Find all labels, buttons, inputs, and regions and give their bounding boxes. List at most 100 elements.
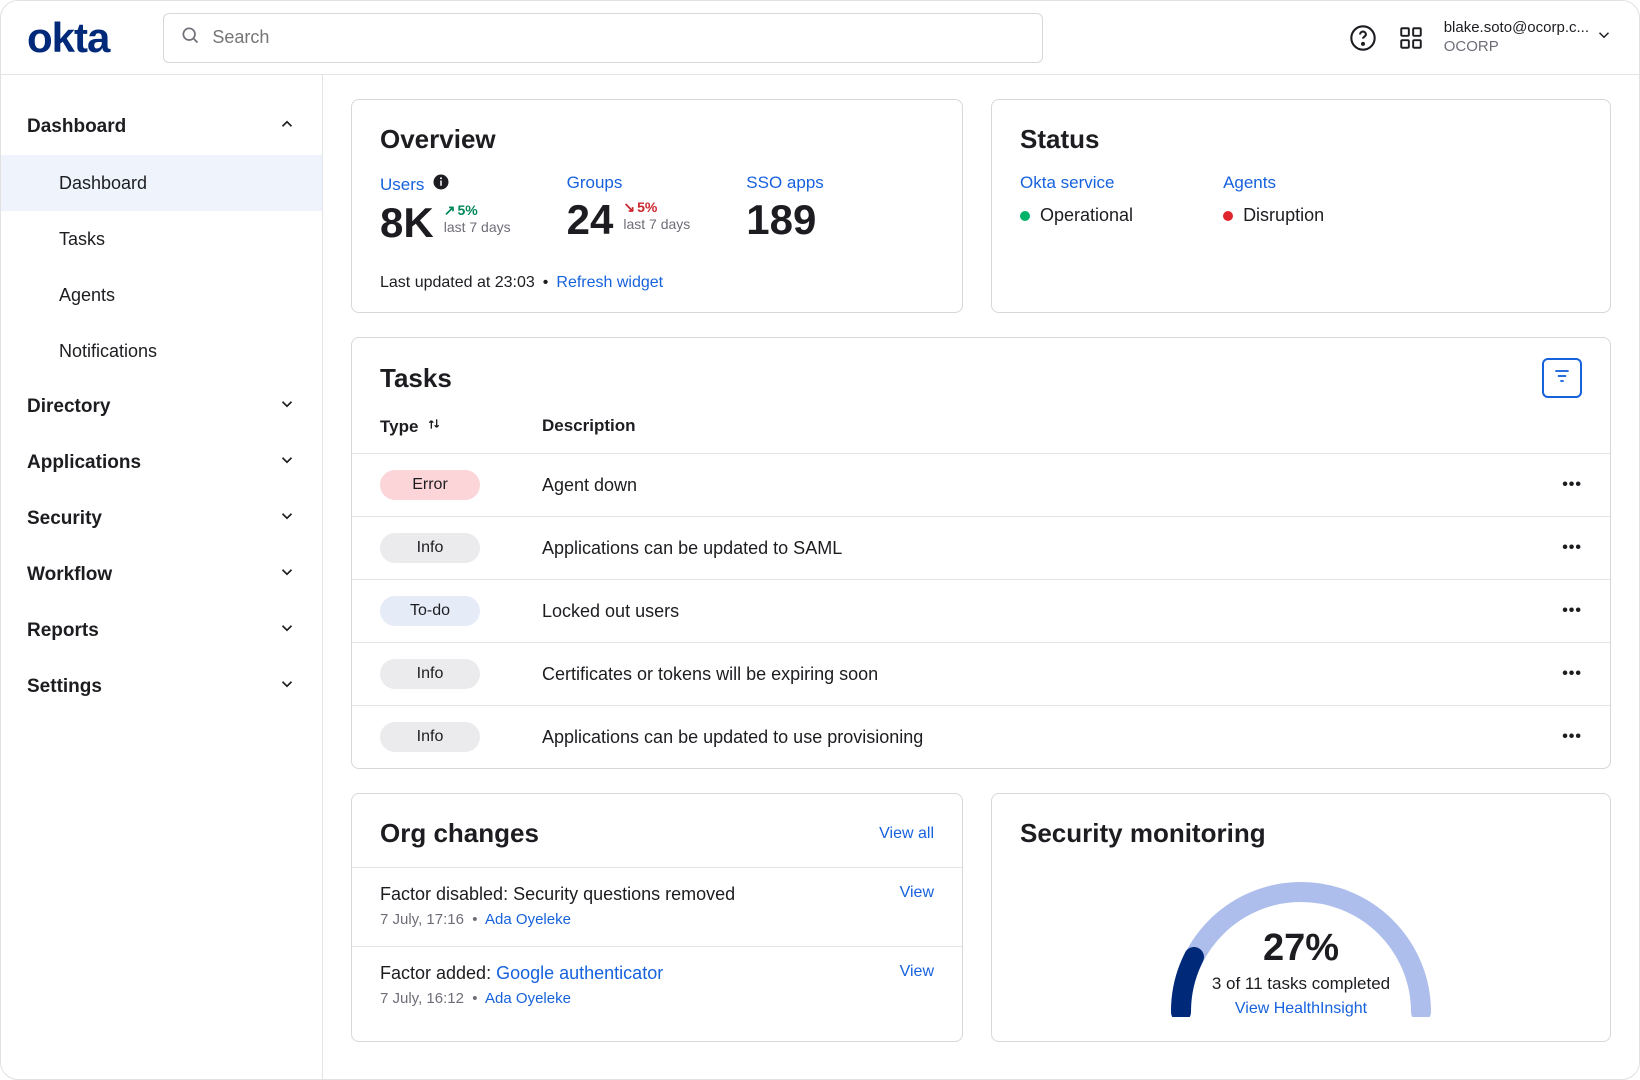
sidebar-item-notifications[interactable]: Notifications [1, 323, 322, 379]
task-desc: Applications can be updated to SAML [542, 538, 1562, 559]
sso-label[interactable]: SSO apps [746, 173, 824, 193]
nav-group-label: Workflow [27, 564, 112, 586]
gauge-pct: 27% [1156, 927, 1446, 970]
main-content: Overview Users 8K ↗ 5% [323, 75, 1639, 1079]
arrow-down-icon: ↘ [623, 199, 635, 216]
okta-service-link[interactable]: Okta service [1020, 173, 1133, 193]
sort-icon [426, 416, 442, 437]
sidebar-item-label: Dashboard [59, 173, 147, 194]
agents-status-text: Disruption [1243, 205, 1324, 226]
org-change-title: Factor added: Google authenticator [380, 963, 663, 984]
okta-logo: okta [27, 14, 109, 62]
nav-group-workflow[interactable]: Workflow [1, 547, 322, 603]
account-email: blake.soto@ocorp.c... [1444, 19, 1589, 38]
nav-group-label: Security [27, 508, 102, 530]
chevron-down-icon [1595, 26, 1613, 49]
task-row[interactable]: Error Agent down••• [352, 453, 1610, 516]
task-badge: To-do [380, 596, 480, 626]
tasks-card: Tasks Type Description ErrorAgent down••… [351, 337, 1611, 769]
task-row[interactable]: InfoApplications can be updated to SAML•… [352, 516, 1610, 579]
okta-status-text: Operational [1040, 205, 1133, 226]
org-actor-link[interactable]: Ada Oyeleke [485, 911, 571, 928]
healthinsight-link[interactable]: View HealthInsight [1156, 1000, 1446, 1018]
task-badge: Info [380, 722, 480, 752]
org-change-link[interactable]: Google authenticator [496, 963, 663, 983]
task-badge: Error [380, 470, 480, 500]
nav-group-label: Settings [27, 676, 102, 698]
gauge-sub: 3 of 11 tasks completed [1156, 974, 1446, 994]
sidebar-item-label: Tasks [59, 229, 105, 250]
task-badge: Info [380, 659, 480, 689]
nav-group-label: Directory [27, 396, 110, 418]
users-value: 8K [380, 202, 434, 244]
status-agents-col: Agents Disruption [1223, 173, 1324, 226]
gauge: 27% 3 of 11 tasks completed View HealthI… [1156, 867, 1446, 1017]
agents-link[interactable]: Agents [1223, 173, 1324, 193]
nav-group-settings[interactable]: Settings [1, 659, 322, 715]
filter-button[interactable] [1542, 358, 1582, 398]
org-heading: Org changes [380, 818, 539, 849]
task-row[interactable]: To-do Locked out users••• [352, 579, 1610, 642]
task-actions-icon[interactable]: ••• [1562, 539, 1582, 557]
chevron-down-icon [278, 395, 296, 419]
users-delta: ↗ 5% [444, 202, 511, 219]
nav-group-reports[interactable]: Reports [1, 603, 322, 659]
help-icon[interactable] [1348, 23, 1378, 53]
org-change-meta: 7 July, 16:12 • Ada Oyeleke [380, 990, 934, 1007]
task-row[interactable]: Info Certificates or tokens will be expir… [352, 642, 1610, 705]
search-input[interactable] [212, 27, 1026, 48]
status-okta-col: Okta service Operational [1020, 173, 1133, 226]
okta-status-row: Operational [1020, 205, 1133, 226]
sidebar-item-tasks[interactable]: Tasks [1, 211, 322, 267]
filter-icon [1552, 366, 1572, 391]
org-view-link[interactable]: View [900, 884, 934, 902]
users-delta-sub: last 7 days [444, 219, 511, 236]
task-actions-icon[interactable]: ••• [1562, 728, 1582, 746]
nav-group-label: Reports [27, 620, 99, 642]
status-dot-green [1020, 211, 1030, 221]
task-row[interactable]: InfoApplications can be updated to use p… [352, 705, 1610, 768]
tasks-heading: Tasks [380, 363, 452, 394]
header-right: blake.soto@ocorp.c... OCORP [1348, 19, 1613, 57]
chevron-down-icon [278, 451, 296, 475]
org-change-item: Factor added: Google authenticator View 7 … [352, 946, 962, 1025]
nav-group-dashboard[interactable]: Dashboard [1, 99, 322, 155]
task-actions-icon[interactable]: ••• [1562, 602, 1582, 620]
groups-delta: ↘ 5% [623, 199, 690, 216]
task-actions-icon[interactable]: ••• [1562, 476, 1582, 494]
groups-label[interactable]: Groups [567, 173, 691, 193]
sidebar: Dashboard Dashboard Tasks Agents Notific… [1, 75, 323, 1079]
view-all-link[interactable]: View all [879, 825, 934, 843]
sidebar-item-agents[interactable]: Agents [1, 267, 322, 323]
search-box[interactable] [163, 13, 1043, 63]
org-view-link[interactable]: View [900, 963, 934, 981]
account-org: OCORP [1444, 38, 1589, 57]
info-icon[interactable] [432, 173, 450, 196]
org-changes-card: Org changes View all Factor disabled: Se… [351, 793, 963, 1042]
col-type[interactable]: Type [380, 416, 542, 437]
org-actor-link[interactable]: Ada Oyeleke [485, 990, 571, 1007]
account-menu[interactable]: blake.soto@ocorp.c... OCORP [1444, 19, 1613, 57]
nav-group-applications[interactable]: Applications [1, 435, 322, 491]
nav-group-security[interactable]: Security [1, 491, 322, 547]
status-heading: Status [992, 100, 1610, 173]
sso-value: 189 [746, 199, 816, 241]
refresh-widget-link[interactable]: Refresh widget [556, 274, 663, 292]
task-desc: Agent down [542, 475, 1562, 496]
security-monitoring-card: Security monitoring 27% 3 of 11 tasks co… [991, 793, 1611, 1042]
metric-sso: SSO apps 189 [746, 173, 824, 244]
task-desc: Certificates or tokens will be expiring … [542, 664, 1562, 685]
status-card: Status Okta service Operational Agents [991, 99, 1611, 313]
last-updated-text: Last updated at 23:03 [380, 274, 535, 292]
users-label[interactable]: Users [380, 173, 511, 196]
chevron-down-icon [278, 563, 296, 587]
sidebar-item-label: Notifications [59, 341, 157, 362]
task-desc: Locked out users [542, 601, 1562, 622]
sidebar-item-dashboard[interactable]: Dashboard [1, 155, 322, 211]
chevron-up-icon [278, 115, 296, 139]
task-actions-icon[interactable]: ••• [1562, 665, 1582, 683]
apps-icon[interactable] [1396, 23, 1426, 53]
nav-group-label: Dashboard [27, 116, 126, 138]
org-change-meta: 7 July, 17:16 • Ada Oyeleke [380, 911, 934, 928]
nav-group-directory[interactable]: Directory [1, 379, 322, 435]
